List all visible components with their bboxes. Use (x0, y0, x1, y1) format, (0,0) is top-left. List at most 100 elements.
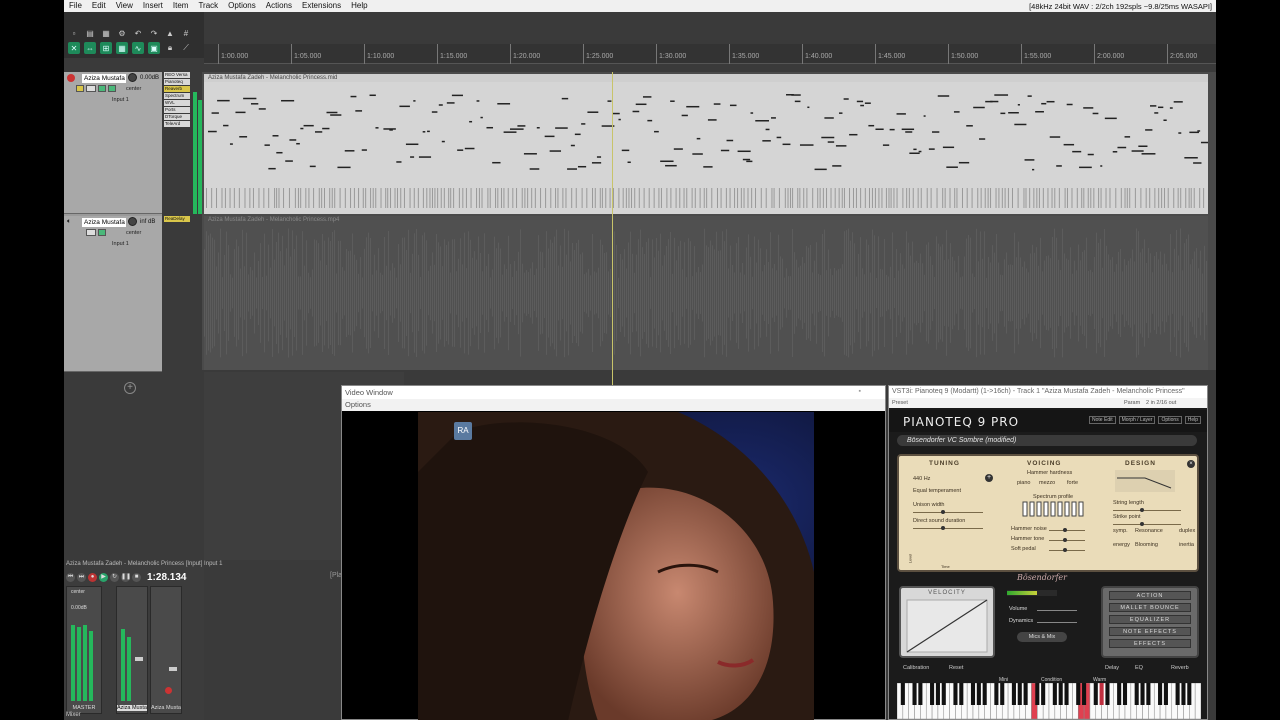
action-button[interactable]: ACTION (1109, 591, 1191, 600)
undo-icon[interactable]: ↶ (132, 27, 144, 39)
black-key[interactable] (994, 683, 999, 705)
black-key[interactable] (953, 683, 958, 705)
black-key[interactable] (976, 683, 981, 705)
spectrum-bar[interactable] (1029, 501, 1035, 517)
fx-slot[interactable]: ReaDelay (164, 216, 190, 222)
grid-icon[interactable]: # (180, 27, 192, 39)
black-key[interactable] (1082, 683, 1087, 705)
black-key[interactable] (1011, 683, 1016, 705)
direct-slider[interactable] (913, 526, 983, 530)
solo-icon[interactable] (98, 85, 106, 92)
piano-keyboard[interactable] (897, 683, 1201, 719)
design-section[interactable]: DESIGN (1125, 460, 1156, 467)
lock-icon[interactable]: 🔒︎ (164, 42, 176, 54)
black-key[interactable] (1181, 683, 1186, 705)
fx-slot[interactable]: Pianoteq (164, 79, 190, 85)
track-2[interactable]: 🔈︎ Aziza Mustafa inf dB center Input 1 (64, 216, 162, 372)
design-close-icon[interactable]: × (1187, 460, 1195, 468)
black-key[interactable] (930, 683, 935, 705)
volume-slider[interactable] (1037, 610, 1077, 611)
menu-edit[interactable]: Edit (87, 0, 111, 12)
solo-icon[interactable] (98, 229, 106, 236)
arrange-view[interactable]: Aziza Mustafa Zadeh - Melancholic Prince… (202, 72, 1216, 370)
mallet-bounce-button[interactable]: MALLET BOUNCE (1109, 603, 1191, 612)
save-project-icon[interactable]: ▦ (100, 27, 112, 39)
black-key[interactable] (1134, 683, 1139, 705)
white-key[interactable] (1194, 683, 1201, 719)
black-key[interactable] (1146, 683, 1151, 705)
snap-icon[interactable]: ⊞ (100, 42, 112, 54)
speaker-icon[interactable]: 🔈︎ (67, 218, 71, 226)
menu-view[interactable]: View (111, 0, 138, 12)
empty-tcp-area[interactable] (64, 372, 204, 560)
spectrum-bar[interactable] (1078, 501, 1084, 517)
soft-slider[interactable] (1049, 548, 1085, 552)
video-options-menu[interactable]: Options (342, 399, 885, 411)
design-envelope-graph[interactable] (1115, 470, 1175, 492)
pin-icon[interactable]: ▪ (859, 388, 861, 395)
black-key[interactable] (1163, 683, 1168, 705)
delay-toggle[interactable]: Delay (1105, 665, 1119, 671)
help-link[interactable]: Help (1184, 416, 1201, 424)
black-key[interactable] (1140, 683, 1145, 705)
reverb-toggle[interactable]: Reverb (1171, 665, 1189, 671)
black-key[interactable] (1105, 683, 1110, 705)
open-project-icon[interactable]: ▤ (84, 27, 96, 39)
input-label[interactable]: Input 1 (112, 241, 129, 247)
fx-button[interactable] (86, 229, 96, 236)
black-key[interactable] (912, 683, 917, 705)
strip-label[interactable]: Aziza Mustaf (151, 705, 181, 711)
strip-label[interactable]: Aziza Mustaf (117, 705, 147, 711)
black-key[interactable] (982, 683, 987, 705)
velocity-panel[interactable]: VELOCITY (899, 586, 995, 658)
black-key[interactable] (918, 683, 923, 705)
phase-icon[interactable] (108, 85, 116, 92)
fx-slot[interactable]: Spectrum (164, 93, 190, 99)
go-start-icon[interactable]: ⏮ (66, 572, 75, 582)
length-slider[interactable] (1113, 508, 1181, 512)
record-arm-icon[interactable] (67, 74, 75, 82)
project-settings-icon[interactable]: ⚙ (116, 27, 128, 39)
noise-slider[interactable] (1049, 528, 1085, 532)
input-label[interactable]: Input 1 (112, 97, 129, 103)
spectrum-bar[interactable] (1071, 501, 1077, 517)
preset-selector[interactable]: Bösendorfer VC Sombre (modified) (897, 435, 1197, 446)
preset-label[interactable]: Preset (892, 400, 908, 406)
fader-icon[interactable] (169, 667, 177, 671)
note-effects-button[interactable]: NOTE EFFECTS (1109, 627, 1191, 636)
black-key[interactable] (1041, 683, 1046, 705)
mics-mix-button[interactable]: Mics & Mix (1017, 632, 1067, 642)
pianoteq-plugin-window[interactable]: VST3i: Pianoteq 9 (Modartt) (1->16ch) - … (888, 385, 1208, 720)
io-button[interactable]: 2 in 2/16 out (1146, 398, 1176, 408)
spectrum-bar[interactable] (1064, 501, 1070, 517)
mixer-tab[interactable]: Mixer (66, 712, 81, 718)
black-key[interactable] (941, 683, 946, 705)
record-arm-icon[interactable] (165, 687, 172, 694)
pause-icon[interactable]: ❚❚ (121, 572, 131, 582)
black-key[interactable] (970, 683, 976, 705)
voicing-section[interactable]: VOICING (1027, 460, 1061, 467)
new-project-icon[interactable]: ▫ (68, 27, 80, 39)
grouping-icon[interactable]: ▣ (148, 42, 160, 54)
morph-layer-link[interactable]: Morph / Layer (1118, 416, 1156, 424)
volume-knob[interactable] (128, 73, 137, 82)
spectrum-bar[interactable] (1050, 501, 1056, 517)
menu-extensions[interactable]: Extensions (297, 0, 346, 12)
black-key[interactable] (1122, 683, 1128, 705)
fx-button[interactable] (86, 85, 96, 92)
menu-insert[interactable]: Insert (138, 0, 168, 12)
redo-icon[interactable]: ↷ (148, 27, 160, 39)
black-key[interactable] (1000, 683, 1005, 705)
black-key[interactable] (900, 683, 905, 705)
volume-knob[interactable] (128, 217, 137, 226)
tuning-plus-icon[interactable]: + (985, 474, 993, 482)
envelope-icon[interactable]: ∿ (132, 42, 144, 54)
note-edit-link[interactable]: Note Edit (1089, 416, 1116, 424)
black-key[interactable] (1017, 683, 1022, 705)
track-name[interactable]: Aziza Mustafa (82, 218, 126, 227)
strike-slider[interactable] (1113, 522, 1181, 526)
velocity-curve[interactable] (901, 598, 993, 656)
black-key[interactable] (1117, 683, 1122, 705)
black-key[interactable] (959, 683, 964, 705)
menu-file[interactable]: File (64, 0, 87, 12)
